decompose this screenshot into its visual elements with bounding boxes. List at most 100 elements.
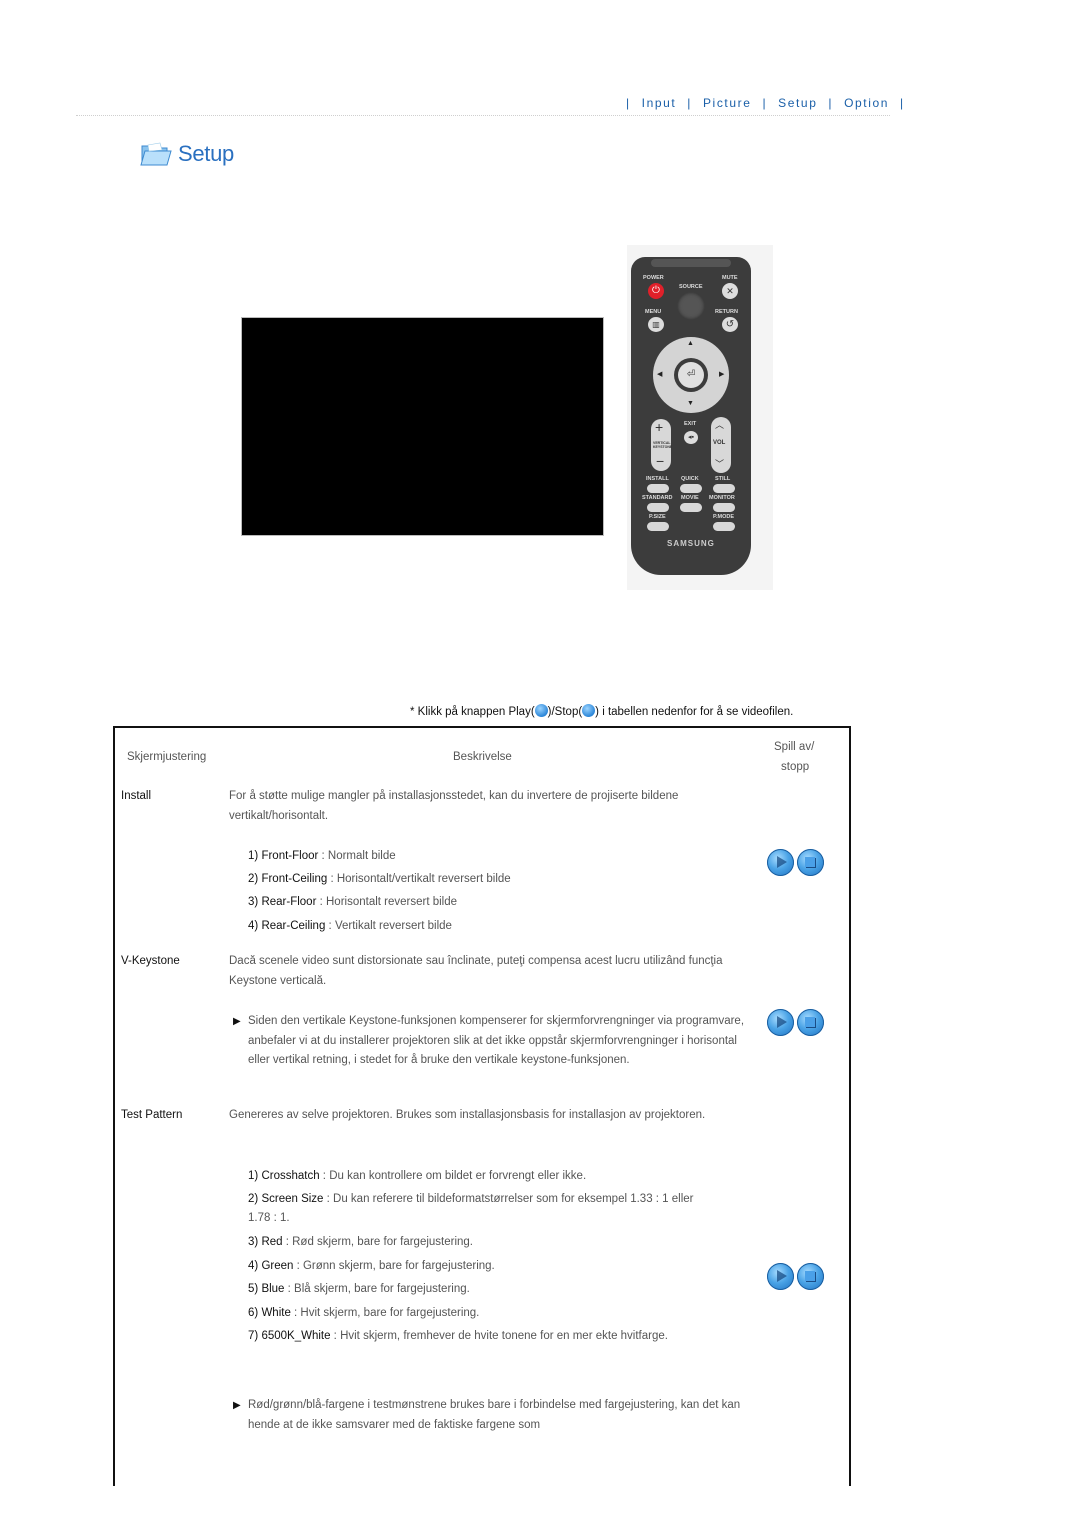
samsung-logo: SAMSUNG	[667, 539, 715, 548]
stop-button-v-keystone[interactable]	[797, 1009, 824, 1036]
settings-table: Skjermjustering Beskrivelse Spill av/ st…	[113, 726, 851, 1486]
remote-label-psize: P.SIZE	[649, 514, 666, 520]
nav-separator: |	[899, 96, 905, 110]
pmode-button	[713, 522, 735, 531]
nav-separator: |	[687, 96, 693, 110]
remote-label-still: STILL	[715, 476, 731, 482]
list-item: 2) Front-Ceiling : Horisontalt/vertikalt…	[248, 873, 511, 885]
remote-label-menu: MENU	[645, 309, 662, 315]
header-skjermjustering: Skjermjustering	[127, 751, 207, 763]
menu-icon: ▥	[648, 317, 664, 332]
row-name-install: Install	[121, 790, 152, 802]
v-keystone-media-controls	[767, 1009, 824, 1036]
remote-label-source: SOURCE	[679, 284, 703, 290]
volume-rocker: ︿ VOL ﹀	[711, 417, 731, 473]
list-item: 3) Rear-Floor : Horisontalt reversert bi…	[248, 896, 458, 908]
remote-label-monitor: MONITOR	[709, 495, 735, 501]
note-middle: )/Stop(	[547, 706, 583, 718]
vol-up-icon: ︿	[715, 420, 725, 430]
nav-separator: |	[762, 96, 768, 110]
list-item: 5) Blue : Blå skjerm, bare for fargejust…	[248, 1283, 470, 1295]
play-mini-icon	[534, 704, 548, 717]
header-beskrivelse: Beskrivelse	[453, 751, 512, 763]
arrow-right-icon: ▶	[719, 371, 725, 378]
nav-separator: |	[626, 96, 631, 110]
list-item: 3) Red : Rød skjerm, bare for fargejuste…	[248, 1236, 474, 1248]
remote-label-pmode: P.MODE	[713, 514, 734, 520]
bullet-triangle-icon: ▶	[233, 1400, 241, 1411]
page-title: Setup	[140, 140, 234, 168]
quick-button	[680, 484, 702, 493]
instruction-note: * Klikk på knappen Play( )/Stop( ) i tabel…	[410, 704, 793, 718]
nav-link-picture[interactable]: Picture	[703, 96, 752, 110]
still-button	[713, 484, 735, 493]
movie-button	[680, 503, 702, 512]
exit-icon: ◂▪	[684, 431, 698, 444]
header-spill-av: Spill av/	[774, 741, 815, 753]
list-item: 4) Rear-Ceiling : Vertikalt reversert bi…	[248, 920, 452, 932]
play-button-v-keystone[interactable]	[767, 1009, 794, 1036]
standard-button	[647, 503, 669, 512]
remote-label-return: RETURN	[715, 309, 738, 315]
psize-button	[647, 522, 669, 531]
dotted-divider	[76, 115, 890, 116]
top-nav: | Input | Picture | Setup | Option |	[620, 96, 911, 110]
note-prefix: * Klikk på knappen Play(	[410, 706, 535, 718]
v-keystone-description: Dacă scenele video sunt distorsionate sa…	[229, 955, 723, 987]
remote-label-keystone: VERTICAL KEYSTONE	[653, 441, 673, 449]
stop-mini-icon	[582, 704, 596, 717]
test-pattern-note: ▶ Rød/grønn/blå-fargene i testmønstrene …	[233, 1396, 758, 1435]
install-media-controls	[767, 849, 824, 876]
remote-body: POWER MUTE SOURCE ⏻ ✕ MENU RETURN ▥ ↺ ⏎ …	[631, 257, 751, 575]
remote-label-install: INSTALL	[646, 476, 669, 482]
list-item: 4) Green : Grønn skjerm, bare for fargej…	[248, 1260, 495, 1272]
test-pattern-description: Genereres av selve projektoren. Brukes s…	[229, 1109, 706, 1121]
enter-icon: ⏎	[678, 362, 704, 388]
list-item: 7) 6500K_White : Hvit skjerm, fremhever …	[248, 1330, 668, 1342]
ir-window	[651, 259, 731, 267]
return-icon: ↺	[722, 317, 738, 332]
stop-button-test-pattern[interactable]	[797, 1263, 824, 1290]
plus-icon: +	[655, 419, 664, 435]
arrow-down-icon: ▼	[687, 400, 694, 407]
install-button	[647, 484, 669, 493]
remote-label-mute: MUTE	[722, 275, 738, 281]
note-suffix: ) i tabellen nedenfor for å se videofile…	[595, 706, 794, 718]
v-keystone-note: ▶ Siden den vertikale Keystone-funksjone…	[233, 1012, 758, 1071]
mute-icon: ✕	[722, 283, 738, 299]
remote-label-exit: EXIT	[684, 421, 697, 427]
bullet-triangle-icon: ▶	[233, 1016, 241, 1027]
monitor-button	[713, 503, 735, 512]
power-icon: ⏻	[648, 283, 664, 299]
list-item: 2) Screen Size : Du kan referere til bil…	[248, 1193, 694, 1224]
nav-link-input[interactable]: Input	[642, 96, 677, 110]
remote-label-quick: QUICK	[681, 476, 699, 482]
nav-link-option[interactable]: Option	[844, 96, 889, 110]
row-name-v-keystone: V-Keystone	[121, 955, 180, 967]
vol-down-icon: ﹀	[715, 459, 725, 469]
list-item: 1) Front-Floor : Normalt bilde	[248, 850, 396, 862]
row-name-test-pattern: Test Pattern	[121, 1109, 183, 1121]
page-title-text: Setup	[178, 141, 234, 166]
remote-label-movie: MOVIE	[681, 495, 699, 501]
nav-link-setup[interactable]: Setup	[778, 96, 817, 110]
play-button-install[interactable]	[767, 849, 794, 876]
video-player[interactable]	[241, 317, 604, 536]
stop-button-install[interactable]	[797, 849, 824, 876]
play-button-test-pattern[interactable]	[767, 1263, 794, 1290]
nav-separator: |	[828, 96, 834, 110]
folder-icon	[140, 142, 172, 166]
remote-control-image: POWER MUTE SOURCE ⏻ ✕ MENU RETURN ▥ ↺ ⏎ …	[627, 245, 773, 590]
remote-label-power: POWER	[643, 275, 664, 281]
arrow-left-icon: ◀	[657, 371, 663, 378]
remote-label-vol: VOL	[713, 440, 726, 446]
minus-icon: −	[656, 453, 665, 469]
header-stopp: stopp	[781, 761, 810, 773]
arrow-up-icon: ▲	[687, 340, 694, 347]
remote-label-standard: STANDARD	[642, 495, 673, 501]
source-button	[677, 292, 705, 320]
test-pattern-media-controls	[767, 1263, 824, 1290]
list-item: 1) Crosshatch : Du kan kontrollere om bi…	[248, 1170, 587, 1182]
list-item: 6) White : Hvit skjerm, bare for fargeju…	[248, 1307, 480, 1319]
install-description: For å støtte mulige mangler på installas…	[229, 790, 679, 822]
